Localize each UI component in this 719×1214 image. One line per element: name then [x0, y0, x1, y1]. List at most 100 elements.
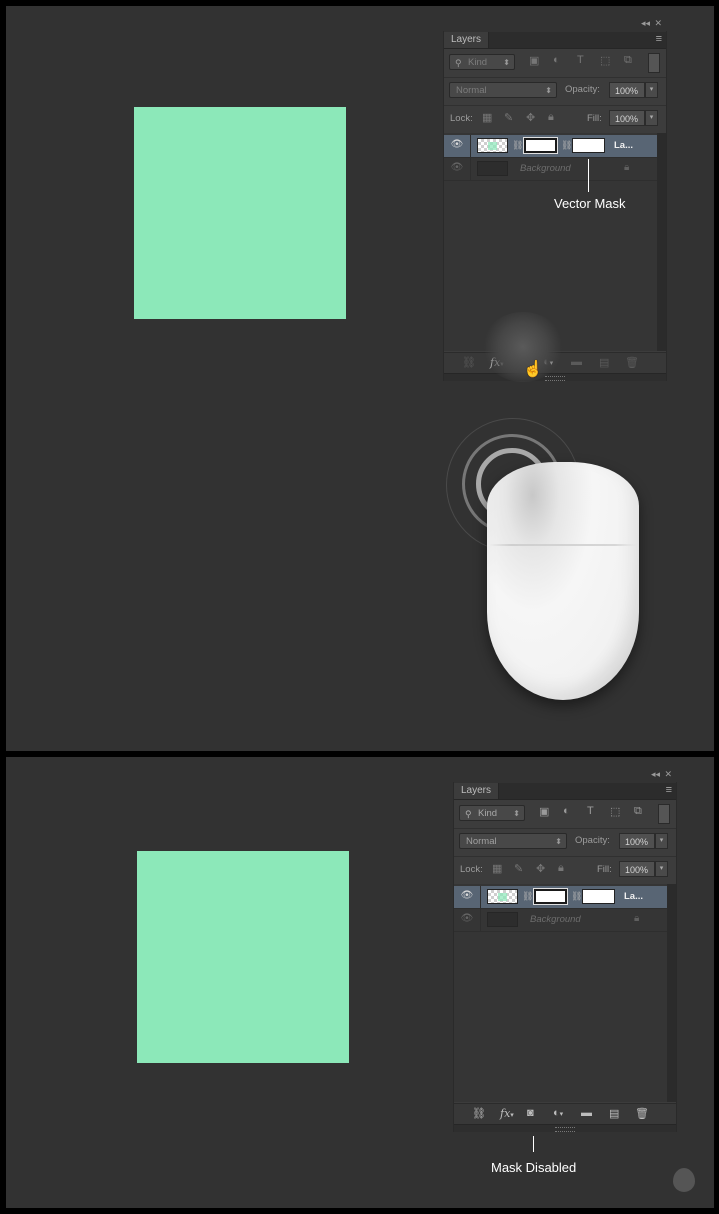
lock-row-area: Lock: ▦ ✎ ✥ 🔒︎ Fill: 100% ▾	[454, 856, 676, 883]
fill-label: Fill:	[597, 864, 612, 875]
blend-row: Normal ⬍ Opacity: 100% ▾	[444, 77, 666, 106]
layer-row-background[interactable]: 👁︎ Background 🔒︎	[454, 909, 667, 932]
panel-header-strip: ◂◂ ✕	[444, 16, 666, 32]
chevron-updown-icon: ⬍	[503, 58, 510, 67]
eye-icon[interactable]: 👁︎	[449, 162, 465, 176]
fill-dropdown-button[interactable]: ▾	[655, 861, 668, 877]
lock-all-icon[interactable]: 🔒︎	[548, 111, 554, 124]
fx-icon[interactable]: fx▾	[500, 1107, 514, 1120]
collapse-icon[interactable]: ◂◂	[651, 769, 660, 780]
opacity-dropdown-button[interactable]: ▾	[655, 833, 668, 849]
tab-bar: Layers ≡	[444, 32, 666, 49]
type-filter-icon[interactable]: T	[577, 54, 584, 66]
fill-input[interactable]: 100%	[609, 110, 645, 126]
folder-icon[interactable]: ▬	[581, 1107, 592, 1119]
link-icon[interactable]: ⛓︎	[462, 356, 476, 369]
background-thumbnail	[477, 161, 508, 176]
image-filter-icon[interactable]: ▣	[529, 54, 539, 67]
green-square-shape[interactable]	[137, 851, 349, 1063]
shape-filter-icon[interactable]: ⬚	[610, 805, 620, 818]
image-filter-icon[interactable]: ▣	[539, 805, 549, 818]
lock-position-icon[interactable]: ✥	[526, 111, 535, 124]
adjustment-filter-icon[interactable]: ◐	[563, 805, 570, 817]
layer-name[interactable]: La...	[624, 891, 643, 902]
smartobject-filter-icon[interactable]: ⧉	[624, 54, 632, 67]
filter-kind-select[interactable]: ⚲ Kind ⬍	[449, 54, 515, 70]
blend-row: Normal ⬍ Opacity: 100% ▾	[454, 828, 676, 857]
search-icon: ⚲	[465, 809, 472, 819]
close-icon[interactable]: ✕	[654, 18, 662, 29]
blend-mode-select[interactable]: Normal ⬍	[459, 833, 567, 849]
link-chain-icon[interactable]: ⛓︎	[522, 891, 533, 902]
new-layer-icon[interactable]: ▤	[609, 1107, 619, 1120]
layer-row-shape[interactable]: 👁︎ ⛓︎ ⛓︎ La...	[454, 886, 667, 909]
blend-mode-select[interactable]: Normal ⬍	[449, 82, 557, 98]
resize-grip[interactable]	[454, 1124, 676, 1132]
layer-name[interactable]: Background	[520, 163, 571, 174]
callout-line-mask-disabled	[533, 1136, 534, 1152]
resize-grip[interactable]	[444, 373, 666, 381]
lock-label: Lock:	[450, 113, 473, 124]
lock-label: Lock:	[460, 864, 483, 875]
layer-list-scrollbar[interactable]	[657, 133, 666, 351]
vector-mask-thumbnail[interactable]	[582, 889, 615, 904]
filter-kind-value: Kind	[478, 808, 498, 819]
panel-menu-icon[interactable]: ≡	[656, 33, 662, 45]
fill-dropdown-button[interactable]: ▾	[645, 110, 658, 126]
lock-transparent-icon[interactable]: ▦	[492, 862, 502, 875]
opacity-label: Opacity:	[575, 835, 610, 846]
shape-filter-icon[interactable]: ⬚	[600, 54, 610, 67]
lock-transparent-icon[interactable]: ▦	[482, 111, 492, 124]
close-icon[interactable]: ✕	[664, 769, 672, 780]
panel-menu-icon[interactable]: ≡	[666, 784, 672, 796]
layer-name[interactable]: La...	[614, 140, 633, 151]
opacity-dropdown-button[interactable]: ▾	[645, 82, 658, 98]
type-filter-icon[interactable]: T	[587, 805, 594, 817]
smartobject-filter-icon[interactable]: ⧉	[634, 805, 642, 818]
lock-all-icon[interactable]: 🔒︎	[558, 862, 564, 875]
chevron-updown-icon: ⬍	[513, 809, 520, 818]
lock-image-icon[interactable]: ✎	[514, 862, 523, 875]
lock-image-icon[interactable]: ✎	[504, 111, 513, 124]
layer-row-background[interactable]: 👁︎ Background 🔒︎	[444, 158, 657, 181]
callout-mask-disabled: Mask Disabled	[491, 1160, 577, 1175]
mouse-illustration	[487, 462, 639, 700]
green-square-shape[interactable]	[134, 107, 346, 319]
fill-input[interactable]: 100%	[619, 861, 655, 877]
adjustment-filter-icon[interactable]: ◐	[553, 54, 560, 66]
layer-list-scrollbar[interactable]	[667, 884, 676, 1102]
opacity-input[interactable]: 100%	[619, 833, 655, 849]
eye-icon[interactable]: 👁︎	[459, 913, 475, 927]
trash-icon[interactable]: 🗑︎	[635, 1107, 649, 1120]
layer-mask-thumbnail[interactable]	[523, 137, 558, 154]
lock-position-icon[interactable]: ✥	[536, 862, 545, 875]
add-mask-icon[interactable]: ◙	[527, 1107, 534, 1119]
filter-toggle[interactable]	[658, 804, 670, 824]
vector-mask-thumbnail[interactable]	[572, 138, 605, 153]
search-icon: ⚲	[455, 58, 462, 68]
layer-mask-thumbnail[interactable]	[533, 888, 568, 905]
blend-mode-value: Normal	[456, 85, 487, 96]
adjustment-icon[interactable]: ◐▾	[553, 1107, 563, 1119]
trash-icon[interactable]: 🗑︎	[625, 356, 639, 369]
filter-toggle[interactable]	[648, 53, 660, 73]
folder-icon[interactable]: ▬	[571, 356, 582, 368]
new-layer-icon[interactable]: ▤	[599, 356, 609, 369]
opacity-input[interactable]: 100%	[609, 82, 645, 98]
link-icon[interactable]: ⛓︎	[472, 1107, 486, 1120]
tab-layers[interactable]: Layers	[444, 32, 490, 48]
link-chain-icon[interactable]: ⛓︎	[561, 140, 572, 151]
eye-icon[interactable]: 👁︎	[459, 890, 475, 904]
layer-list: 👁︎ ⛓︎ ⛓︎ La... 👁︎ Background 🔒︎	[454, 884, 667, 1102]
background-thumbnail	[487, 912, 518, 927]
layer-row-shape[interactable]: 👁︎ ⛓︎ ⛓︎ La...	[444, 135, 657, 158]
collapse-icon[interactable]: ◂◂	[641, 18, 650, 29]
link-chain-icon[interactable]: ⛓︎	[512, 140, 523, 151]
eye-icon[interactable]: 👁︎	[449, 139, 465, 153]
tab-layers[interactable]: Layers	[454, 783, 500, 799]
filter-kind-select[interactable]: ⚲ Kind ⬍	[459, 805, 525, 821]
link-chain-icon[interactable]: ⛓︎	[571, 891, 582, 902]
layer-name[interactable]: Background	[530, 914, 581, 925]
layer-list: 👁︎ ⛓︎ ⛓︎ La... 👁︎ Background 🔒︎	[444, 133, 657, 351]
callout-line-vector-mask	[588, 159, 589, 192]
